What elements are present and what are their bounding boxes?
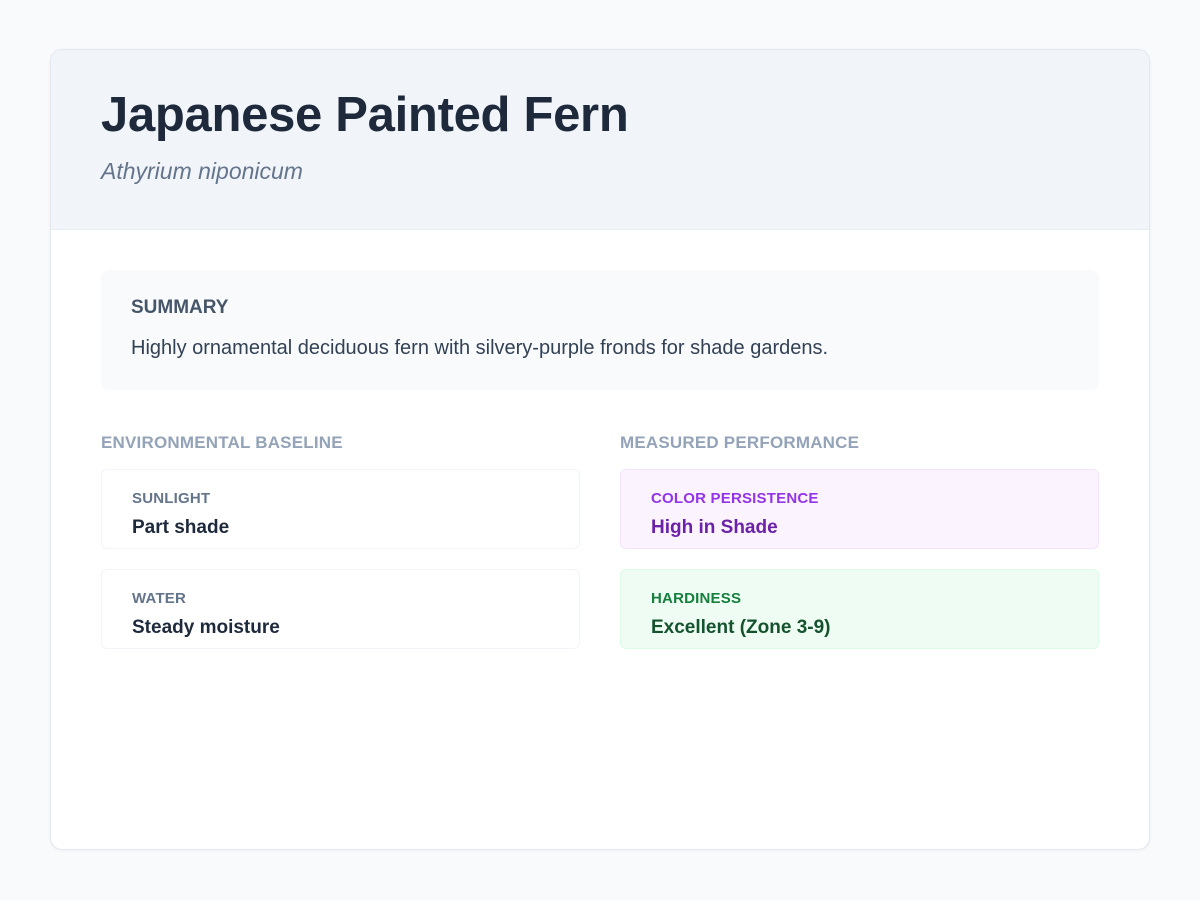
metric-label: WATER	[132, 590, 187, 607]
metric-label: COLOR PERSISTENCE	[651, 490, 819, 507]
metric-value: Excellent (Zone 3-9)	[651, 617, 831, 638]
card-body: SUMMARY Highly ornamental deciduous fern…	[51, 230, 1149, 669]
section-heading-measured-performance: MEASURED PERFORMANCE	[620, 433, 860, 452]
measured-performance-section: MEASURED PERFORMANCE COLOR PERSISTENCE H…	[620, 432, 1099, 669]
summary-text: Highly ornamental deciduous fern with si…	[131, 337, 829, 359]
metric-value: High in Shade	[651, 517, 778, 538]
metric-card-color-persistence: COLOR PERSISTENCE High in Shade	[620, 469, 1099, 549]
metric-label: HARDINESS	[651, 590, 742, 607]
metric-label: SUNLIGHT	[132, 490, 211, 507]
metric-value: Part shade	[132, 517, 230, 538]
plant-card: Japanese Painted Fern Athyrium niponicum…	[50, 49, 1150, 850]
summary-panel: SUMMARY Highly ornamental deciduous fern…	[101, 270, 1099, 390]
metrics-columns: ENVIRONMENTAL BASELINE SUNLIGHT Part sha…	[101, 432, 1099, 669]
metric-value: Steady moisture	[132, 617, 280, 638]
metric-card-hardiness: HARDINESS Excellent (Zone 3-9)	[620, 569, 1099, 649]
metric-card-water: WATER Steady moisture	[101, 569, 580, 649]
card-header: Japanese Painted Fern Athyrium niponicum	[51, 50, 1149, 230]
metric-card-sunlight: SUNLIGHT Part shade	[101, 469, 580, 549]
page-title: Japanese Painted Fern	[101, 88, 629, 142]
section-heading-environmental-baseline: ENVIRONMENTAL BASELINE	[101, 433, 343, 452]
summary-heading: SUMMARY	[131, 297, 229, 318]
scientific-name: Athyrium niponicum	[101, 158, 303, 184]
environmental-baseline-section: ENVIRONMENTAL BASELINE SUNLIGHT Part sha…	[101, 432, 580, 669]
